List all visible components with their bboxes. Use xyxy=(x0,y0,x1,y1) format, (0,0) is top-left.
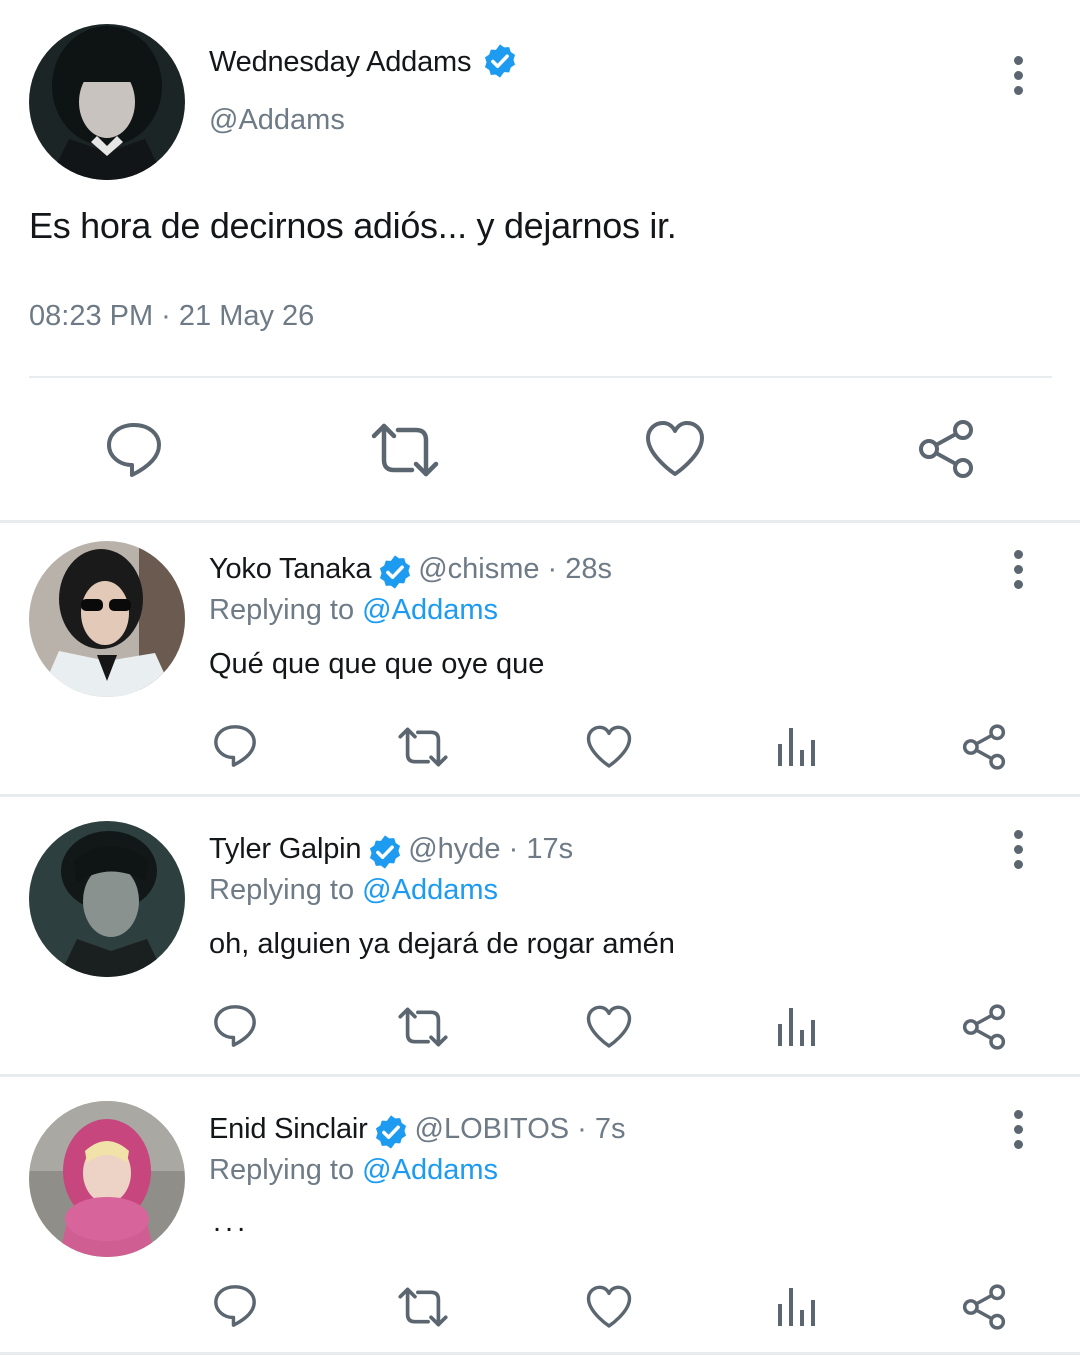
reply-icon[interactable] xyxy=(212,1003,258,1049)
more-options-icon[interactable] xyxy=(1010,830,1026,875)
reply-icon[interactable] xyxy=(212,1283,258,1329)
handle-time[interactable]: @chisme · 28s xyxy=(418,553,612,585)
replying-label: Replying to xyxy=(209,1154,355,1186)
retweet-icon[interactable] xyxy=(396,1285,450,1329)
verified-badge-icon xyxy=(369,835,400,869)
avatar[interactable] xyxy=(29,821,185,977)
replying-label: Replying to xyxy=(209,874,355,906)
replying-to: Replying to @Addams xyxy=(209,874,498,907)
tweet-text: ... xyxy=(213,1206,250,1238)
share-icon[interactable] xyxy=(915,418,977,480)
display-name[interactable]: Wednesday Addams xyxy=(209,46,471,78)
tweet-text: oh, alguien ya dejará de rogar amén xyxy=(209,928,675,960)
share-icon[interactable] xyxy=(960,1003,1008,1051)
like-icon[interactable] xyxy=(585,1005,633,1049)
replying-label: Replying to xyxy=(209,594,355,626)
divider xyxy=(0,520,1080,523)
divider xyxy=(0,1352,1080,1355)
like-icon[interactable] xyxy=(585,725,633,769)
header-row: Tyler Galpin @hyde · 17s xyxy=(209,833,573,871)
verified-badge-icon xyxy=(376,1115,407,1149)
avatar[interactable] xyxy=(29,24,185,180)
retweet-icon[interactable] xyxy=(396,725,450,769)
header-row: Yoko Tanaka @chisme · 28s xyxy=(209,553,612,591)
analytics-icon[interactable] xyxy=(776,1006,818,1048)
handle[interactable]: @Addams xyxy=(209,104,345,137)
display-name[interactable]: Tyler Galpin xyxy=(209,833,362,865)
divider xyxy=(0,794,1080,797)
avatar[interactable] xyxy=(29,1101,185,1257)
more-options-icon[interactable] xyxy=(1010,550,1026,595)
replying-to: Replying to @Addams xyxy=(209,594,498,627)
header-row: Enid Sinclair @LOBITOS · 7s xyxy=(209,1113,626,1151)
display-name[interactable]: Yoko Tanaka xyxy=(209,553,371,585)
tweet-text: Es hora de decirnos adiós... y dejarnos … xyxy=(29,205,677,246)
reply-icon[interactable] xyxy=(104,420,164,480)
replying-to: Replying to @Addams xyxy=(209,1154,498,1187)
analytics-icon[interactable] xyxy=(776,1286,818,1328)
like-icon[interactable] xyxy=(644,420,706,478)
display-name-row: Wednesday Addams xyxy=(209,44,519,80)
retweet-icon[interactable] xyxy=(396,1005,450,1049)
analytics-icon[interactable] xyxy=(776,726,818,768)
share-icon[interactable] xyxy=(960,723,1008,771)
tweet-text: Qué que que que oye que xyxy=(209,648,545,680)
mention-link[interactable]: @Addams xyxy=(362,874,498,906)
handle-time[interactable]: @LOBITOS · 7s xyxy=(415,1113,626,1145)
more-options-icon[interactable] xyxy=(1010,56,1026,101)
reply-icon[interactable] xyxy=(212,723,258,769)
timestamp: 08:23 PM · 21 May 26 xyxy=(29,300,315,332)
like-icon[interactable] xyxy=(585,1285,633,1329)
display-name[interactable]: Enid Sinclair xyxy=(209,1113,368,1145)
mention-link[interactable]: @Addams xyxy=(362,594,498,626)
verified-badge-icon xyxy=(379,555,410,589)
share-icon[interactable] xyxy=(960,1283,1008,1331)
divider xyxy=(0,1074,1080,1077)
more-options-icon[interactable] xyxy=(1010,1110,1026,1155)
handle-time[interactable]: @hyde · 17s xyxy=(408,833,573,865)
mention-link[interactable]: @Addams xyxy=(362,1154,498,1186)
verified-badge-icon xyxy=(485,44,516,78)
avatar[interactable] xyxy=(29,541,185,697)
retweet-icon[interactable] xyxy=(370,420,440,480)
divider xyxy=(29,376,1052,378)
